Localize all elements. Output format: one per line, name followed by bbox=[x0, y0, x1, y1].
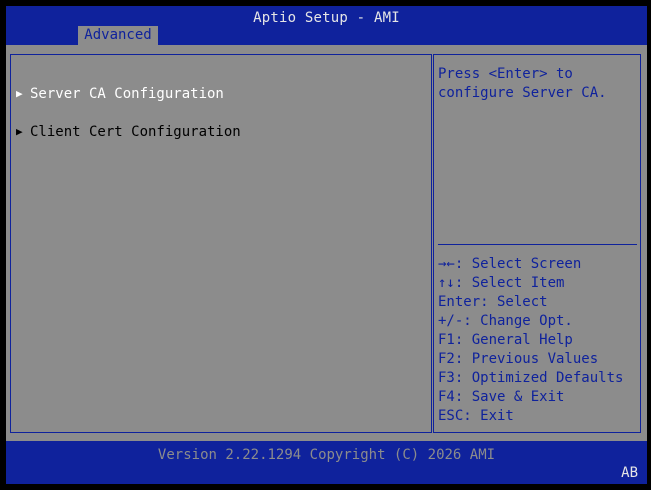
key-hint-optimized-defaults: F3: Optimized Defaults bbox=[438, 370, 624, 386]
bios-screen: Aptio Setup - AMI Advanced ▶ Server CA Co… bbox=[0, 0, 651, 490]
help-divider bbox=[438, 244, 637, 245]
menu-item-label: Server CA Configuration bbox=[30, 86, 224, 102]
key-hint-general-help: F1: General Help bbox=[438, 332, 573, 348]
key-hint-change-opt: +/-: Change Opt. bbox=[438, 313, 573, 329]
key-hint-save-exit: F4: Save & Exit bbox=[438, 389, 565, 405]
key-hint-esc-exit: ESC: Exit bbox=[438, 408, 514, 424]
help-text: Press <Enter> to configure Server CA. bbox=[438, 66, 607, 101]
version-text: Version 2.22.1294 Copyright (C) 2026 AMI bbox=[157, 447, 496, 463]
app-title: Aptio Setup - AMI bbox=[253, 10, 400, 26]
menu-item-label: Client Cert Configuration bbox=[30, 124, 241, 140]
menu-item-client-cert-configuration[interactable]: ▶ Client Cert Configuration bbox=[16, 123, 241, 141]
key-hint-enter-select: Enter: Select bbox=[438, 294, 548, 310]
key-legend: →←: Select Screen ↑↓: Select Item Enter:… bbox=[438, 255, 638, 426]
main-area: ▶ Server CA Configuration ▶ Client Cert Co… bbox=[6, 45, 647, 441]
tab-advanced[interactable]: Advanced bbox=[78, 26, 158, 45]
header-bar: Aptio Setup - AMI Advanced bbox=[6, 6, 647, 45]
key-hint-select-item: ↑↓: Select Item bbox=[438, 275, 565, 291]
help-panel: Press <Enter> to configure Server CA. →←… bbox=[433, 54, 641, 433]
submenu-arrow-icon: ▶ bbox=[16, 87, 23, 100]
submenu-arrow-icon: ▶ bbox=[16, 125, 23, 138]
footer-bar: Version 2.22.1294 Copyright (C) 2026 AMI… bbox=[6, 441, 647, 484]
menu-item-server-ca-configuration[interactable]: ▶ Server CA Configuration bbox=[16, 85, 224, 103]
key-hint-select-screen: →←: Select Screen bbox=[438, 256, 582, 272]
menu-panel: ▶ Server CA Configuration ▶ Client Cert Co… bbox=[10, 54, 432, 433]
corner-label: AB bbox=[621, 465, 638, 481]
key-hint-previous-values: F2: Previous Values bbox=[438, 351, 599, 367]
